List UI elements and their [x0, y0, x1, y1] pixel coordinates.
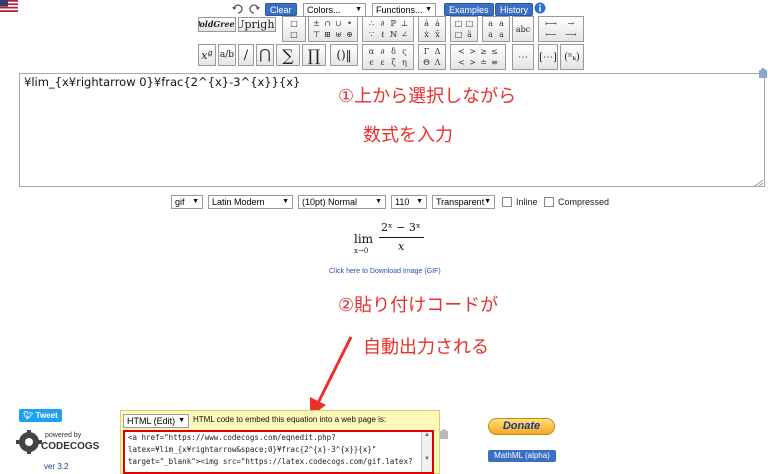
binomial-button[interactable]: (ⁿₖ) [560, 44, 584, 70]
tweet-label: Tweet [35, 411, 58, 420]
embed-code-line1: <a href="https://www.codecogs.com/eqnedi… [128, 433, 336, 442]
superscript-button[interactable]: xª [198, 44, 216, 66]
annotation-step2-line2: 自動出力される [363, 337, 489, 358]
chevron-down-icon: ▼ [178, 417, 185, 424]
us-flag-icon[interactable] [0, 0, 18, 12]
equation-preview[interactable]: lim x→0 2ˣ − 3ˣ x [352, 221, 428, 256]
twitter-bird-icon: 🐦︎ [23, 411, 34, 420]
chevron-down-icon: ▼ [282, 198, 289, 205]
inline-label: Inline [516, 197, 538, 207]
undo-icon[interactable] [231, 3, 245, 15]
donate-button[interactable]: Donate [488, 418, 555, 435]
chevron-down-icon: ▼ [425, 6, 432, 13]
colors-select-label: Colors... [307, 5, 341, 15]
format-select[interactable]: gif ▼ [171, 195, 203, 209]
version-label: ver 3.2 [44, 462, 69, 471]
preview-denominator: x [398, 240, 405, 253]
embed-mode-select[interactable]: HTML (Edit) ▼ [123, 414, 189, 428]
script-palette[interactable]: aaaa [482, 16, 510, 42]
overset-palette[interactable]: abc [512, 16, 534, 42]
boldgreek-label: 𝐁oldGreek [199, 19, 235, 29]
greek-lower-palette[interactable]: α ∂ δ ς ϵεζη [362, 44, 414, 70]
compressed-checkbox[interactable] [544, 197, 554, 207]
embed-description: HTML code to embed this equation into a … [193, 415, 387, 424]
sum-button[interactable]: ∑ [276, 44, 300, 66]
upright-label: Upright [239, 18, 275, 31]
boldgreek-button[interactable]: 𝐁oldGreek [198, 17, 236, 32]
inline-checkbox[interactable] [502, 197, 512, 207]
chevron-down-icon: ▼ [484, 198, 491, 205]
bracket-palette[interactable]: □ □ □ ä [450, 16, 478, 42]
intersection-button[interactable]: ⋂ [256, 44, 274, 66]
examples-button[interactable]: Examples [444, 3, 494, 16]
background-select[interactable]: Transparent ▼ [432, 195, 495, 209]
codecogs-logo-icon [16, 430, 42, 454]
preview-lim-subscript: x→0 [354, 247, 369, 255]
red-arrow [310, 336, 353, 417]
download-image-link[interactable]: Click here to Download Image (GIF) [329, 268, 441, 275]
functions-select[interactable]: Functions... ▼ [372, 3, 436, 17]
slash-button[interactable]: / [238, 44, 254, 66]
product-button[interactable]: ∏ [302, 44, 326, 66]
annotation-step1-line2: 数式を入力 [363, 125, 453, 146]
info-icon[interactable] [534, 2, 546, 14]
puzzle-icon [759, 68, 767, 78]
codecogs-brand: CODECOGS [41, 441, 100, 452]
dots-palette[interactable]: ⋯ [512, 44, 534, 70]
fraction-bar [379, 237, 424, 238]
preview-numerator: 2ˣ − 3ˣ [381, 221, 421, 234]
relation-palette[interactable]: ± ∩ ∪ • ⊤ ⊞ ⊎ ⊕ [308, 16, 358, 42]
greek-upper-palette[interactable]: ΓΔΘΛ [418, 44, 446, 70]
background-select-label: Transparent [436, 197, 485, 207]
fraction-button[interactable]: a/b [218, 44, 236, 66]
arrow-palette[interactable]: ∴ ∂ ℙ ⊥ ∵ ℓ ℕ ∠ [362, 16, 414, 42]
annotation-step1-line1: ①上から選択しながら [338, 86, 517, 107]
chevron-down-icon: ▼ [192, 198, 199, 205]
format-select-label: gif [175, 197, 185, 207]
scroll-up-icon[interactable]: ▲ [422, 432, 432, 438]
redo-icon[interactable] [247, 3, 261, 15]
chevron-down-icon: ▼ [355, 6, 362, 13]
font-select[interactable]: Latin Modern ▼ [208, 195, 293, 209]
inequality-palette[interactable]: < > ≥ ≤ < > ≐ ≡ [450, 44, 506, 70]
font-select-label: Latin Modern [212, 197, 265, 207]
dpi-select[interactable]: 110 ▼ [391, 195, 427, 209]
embed-code-textarea[interactable]: <a href="https://www.codecogs.com/eqnedi… [123, 430, 434, 474]
annotation-step2-line1: ②貼り付けコードが [338, 295, 499, 316]
embed-code-line3: target="_blank"><img src="https://latex.… [128, 457, 413, 466]
resize-grip-icon[interactable] [753, 180, 763, 186]
dpi-select-label: 110 [395, 197, 410, 207]
long-arrow-palette[interactable]: ⟼ → ⟵ ⟶ [538, 16, 584, 42]
upright-button[interactable]: Upright [238, 17, 276, 32]
embed-mode-select-label: HTML (Edit) [127, 416, 176, 426]
scroll-down-icon[interactable]: ▼ [422, 456, 432, 462]
size-select[interactable]: (10pt) Normal ▼ [298, 195, 386, 209]
puzzle-icon [440, 429, 448, 439]
equation-editor-content: ¥lim_{x¥rightarrow 0}¥frac{2^{x}-3^{x}}{… [24, 75, 301, 89]
size-select-label: (10pt) Normal [302, 197, 358, 207]
chevron-down-icon: ▼ [416, 198, 423, 205]
compressed-label: Compressed [558, 197, 610, 207]
preview-lim: lim [354, 232, 374, 246]
matrix-bracket-button[interactable]: [⋯] [538, 44, 558, 70]
matrix-palette[interactable]: □□□□ [282, 16, 306, 42]
history-button[interactable]: History [495, 3, 534, 16]
chevron-down-icon: ▼ [375, 198, 382, 205]
delimiter-button[interactable]: ()‖ [330, 44, 358, 66]
functions-select-label: Functions... [376, 5, 423, 15]
embed-scrollbar[interactable]: ▲ ▼ [421, 432, 432, 472]
powered-by-label: powered by [45, 432, 82, 439]
colors-select[interactable]: Colors... ▼ [303, 3, 366, 17]
tweet-button[interactable]: 🐦︎ Tweet [19, 409, 62, 422]
embed-code-line2: latex=¥lim_{x¥rightarrow&space;0}¥frac{2… [128, 445, 377, 454]
mathml-button[interactable]: MathML (alpha) [488, 450, 556, 462]
clear-button[interactable]: Clear [265, 3, 297, 16]
accent-palette[interactable]: á ȧ ẋ x̄ [418, 16, 446, 42]
